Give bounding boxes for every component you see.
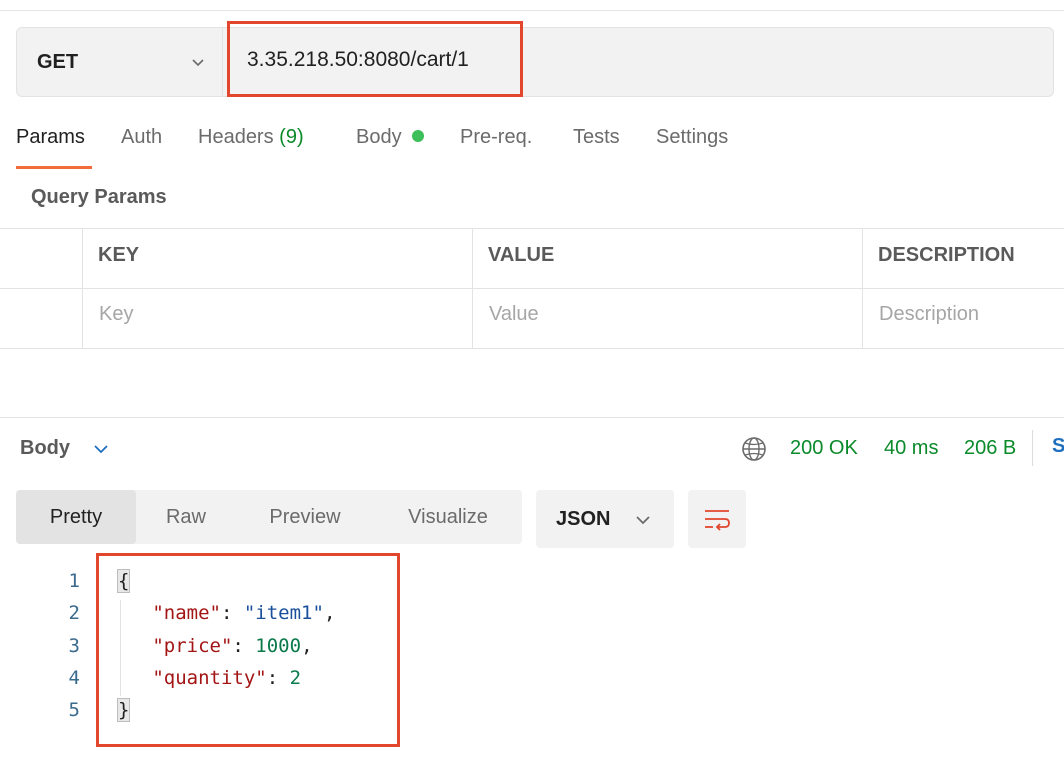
table-col-divider (472, 228, 473, 349)
view-mode-tabs: Pretty Raw Preview Visualize (16, 490, 522, 544)
tab-params[interactable]: Params (16, 126, 85, 149)
view-tab-visualize[interactable]: Visualize (374, 490, 522, 544)
chevron-down-icon (636, 516, 650, 525)
body-indicator-dot (411, 130, 424, 142)
tab-body[interactable]: Body (356, 126, 424, 149)
line-number: 4 (68, 667, 80, 689)
tab-prereq[interactable]: Pre-req. (460, 126, 532, 149)
line-number: 5 (68, 699, 80, 721)
chevron-down-icon[interactable] (92, 441, 110, 457)
table-border-mid (0, 288, 1064, 289)
description-input[interactable]: Description (879, 303, 979, 326)
wrap-lines-icon (705, 510, 730, 531)
tab-body-label: Body (356, 126, 402, 148)
method-select[interactable]: GET (17, 28, 223, 96)
column-header-description: DESCRIPTION (878, 244, 1015, 266)
format-label: JSON (556, 507, 611, 530)
line-number: 2 (68, 602, 80, 624)
view-tab-raw[interactable]: Raw (136, 490, 236, 544)
table-border-top (0, 228, 1064, 229)
tab-auth[interactable]: Auth (121, 126, 162, 149)
tab-headers-label: Headers (198, 126, 274, 148)
request-bar: GET 3.35.218.50:8080/cart/1 (16, 21, 1054, 97)
top-divider (0, 10, 1064, 11)
format-select[interactable]: JSON (536, 490, 674, 548)
tab-params-label: Params (16, 126, 85, 148)
query-params-table: KEY VALUE DESCRIPTION Key Value Descript… (0, 228, 1064, 350)
value-input[interactable]: Value (489, 303, 539, 326)
tab-settings-label: Settings (656, 126, 729, 148)
query-params-title: Query Params (31, 186, 167, 208)
response-separator (1032, 430, 1033, 466)
table-border-bottom (0, 348, 1064, 349)
view-tab-pretty[interactable]: Pretty (16, 490, 136, 544)
response-divider (0, 417, 1064, 418)
column-header-key: KEY (98, 244, 140, 266)
table-col-divider (82, 228, 83, 349)
url-highlight-box (227, 21, 523, 97)
view-tab-preview[interactable]: Preview (236, 490, 374, 544)
tab-auth-label: Auth (121, 126, 163, 148)
response-time[interactable]: 40 ms (884, 437, 938, 460)
status-badge[interactable]: 200 OK (790, 437, 858, 460)
table-col-divider (862, 228, 863, 349)
column-header-value: VALUE (488, 244, 555, 266)
tab-tests[interactable]: Tests (573, 126, 620, 149)
headers-count: (9) (279, 126, 304, 148)
line-number: 1 (68, 570, 80, 592)
response-size[interactable]: 206 B (964, 437, 1016, 460)
wrap-lines-button[interactable] (688, 490, 746, 548)
response-highlight-box (96, 553, 400, 747)
tab-settings[interactable]: Settings (656, 126, 728, 149)
active-tab-underline (16, 166, 92, 169)
tab-prereq-label: Pre-req. (460, 126, 533, 148)
chevron-down-icon (192, 59, 204, 67)
save-response-button[interactable]: S (1052, 435, 1064, 458)
tab-headers[interactable]: Headers (9) (198, 126, 304, 149)
line-number: 3 (68, 635, 80, 657)
tab-tests-label: Tests (573, 126, 620, 148)
method-label: GET (37, 50, 79, 73)
response-body-dropdown[interactable]: Body (20, 437, 70, 460)
globe-icon[interactable] (740, 435, 768, 463)
key-input[interactable]: Key (99, 303, 133, 326)
